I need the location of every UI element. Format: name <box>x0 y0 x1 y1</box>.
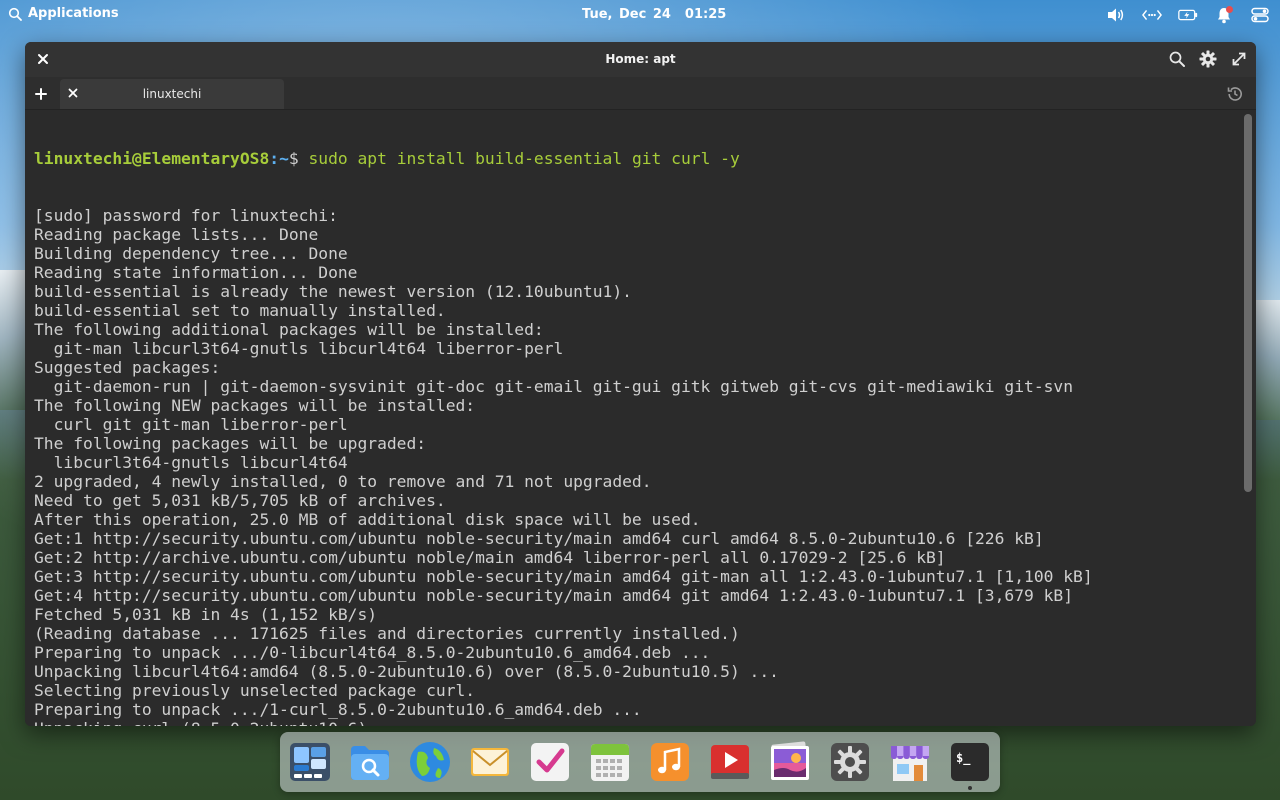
terminal-output-line: Unpacking curl (8.5.0-2ubuntu10.6) ... <box>34 719 1236 726</box>
prompt-line: linuxtechi@ElementaryOS8:~$ sudo apt ins… <box>34 149 1236 168</box>
prompt-path: :~ <box>269 149 289 168</box>
terminal-output-line: [sudo] password for linuxtechi: <box>34 206 338 225</box>
terminal-output-line: The following additional packages will b… <box>34 320 544 339</box>
new-tab-icon[interactable] <box>33 86 49 102</box>
terminal-output-line: Preparing to unpack .../1-curl_8.5.0-2ub… <box>34 700 642 719</box>
terminal-output-line: Reading state information... Done <box>34 263 358 282</box>
date-time-indicator[interactable]: Tue, Dec 24 01:25 <box>582 7 726 22</box>
battery-icon[interactable] <box>1178 5 1198 25</box>
terminal-output-line: build-essential is already the newest ve… <box>34 282 632 301</box>
date-label: Tue, Dec 24 <box>582 7 671 22</box>
terminal-output-line: Get:3 http://security.ubuntu.com/ubuntu … <box>34 567 1093 586</box>
tab-bar: linuxtechi <box>25 77 1256 110</box>
photos-icon[interactable] <box>768 740 812 784</box>
calendar-icon[interactable] <box>588 740 632 784</box>
applications-menu[interactable]: Applications <box>8 6 119 21</box>
terminal-window: Home: apt linuxtechi linuxtechi@Elementa… <box>25 42 1256 726</box>
terminal-icon[interactable]: $_ <box>948 740 992 784</box>
terminal-output-line: Fetched 5,031 kB in 4s (1,152 kB/s) <box>34 605 378 624</box>
notifications-icon[interactable] <box>1214 5 1234 25</box>
terminal-output-line: Suggested packages: <box>34 358 221 377</box>
titlebar-actions <box>1168 50 1248 68</box>
terminal-output-line: Get:1 http://security.ubuntu.com/ubuntu … <box>34 529 1044 548</box>
system-settings-icon[interactable] <box>828 740 872 784</box>
dock: $_ <box>280 732 1000 792</box>
volume-icon[interactable] <box>1106 5 1126 25</box>
terminal-output-line: build-essential set to manually installe… <box>34 301 446 320</box>
fullscreen-icon[interactable] <box>1230 50 1248 68</box>
terminal-output-line: Get:2 http://archive.ubuntu.com/ubuntu n… <box>34 548 946 567</box>
window-titlebar[interactable]: Home: apt <box>25 42 1256 77</box>
multitasking-view-icon[interactable] <box>288 740 332 784</box>
files-icon[interactable] <box>348 740 392 784</box>
terminal-output-line: libcurl3t64-gnutls libcurl4t64 <box>34 453 348 472</box>
system-indicators <box>1106 5 1270 25</box>
terminal-output-line: The following NEW packages will be insta… <box>34 396 476 415</box>
prompt-symbol: $ <box>288 149 309 168</box>
terminal-output-line: 2 upgraded, 4 newly installed, 0 to remo… <box>34 472 652 491</box>
tab-linuxtechi[interactable]: linuxtechi <box>60 79 284 109</box>
tasks-icon[interactable] <box>528 740 572 784</box>
terminal-output-line: The following packages will be upgraded: <box>34 434 427 453</box>
terminal-output-line: Unpacking libcurl4t64:amd64 (8.5.0-2ubun… <box>34 662 779 681</box>
videos-icon[interactable] <box>708 740 752 784</box>
history-icon[interactable] <box>1226 85 1244 103</box>
gear-icon[interactable] <box>1199 50 1217 68</box>
time-label: 01:25 <box>684 7 727 22</box>
terminal-output-area[interactable]: linuxtechi@ElementaryOS8:~$ sudo apt ins… <box>25 110 1256 726</box>
terminal-output-line: Reading package lists... Done <box>34 225 319 244</box>
scrollbar[interactable] <box>1244 114 1252 722</box>
terminal-output-line: Building dependency tree... Done <box>34 244 348 263</box>
svg-text:$_: $_ <box>956 751 971 766</box>
terminal-output-line: git-man libcurl3t64-gnutls libcurl4t64 l… <box>34 339 564 358</box>
top-panel: Applications Tue, Dec 24 01:25 <box>0 0 1280 30</box>
terminal-output-line: After this operation, 25.0 MB of additio… <box>34 510 701 529</box>
window-title: Home: apt <box>605 52 676 66</box>
running-indicator <box>968 786 972 790</box>
mail-icon[interactable] <box>468 740 512 784</box>
terminal-output-line: Need to get 5,031 kB/5,705 kB of archive… <box>34 491 446 510</box>
notification-badge <box>1226 6 1233 13</box>
search-icon <box>8 7 22 21</box>
prompt-user: linuxtechi@ElementaryOS8 <box>34 149 270 168</box>
terminal-output-line: Selecting previously unselected package … <box>34 681 476 700</box>
web-browser-icon[interactable] <box>408 740 452 784</box>
terminal-output-line: Get:4 http://security.ubuntu.com/ubuntu … <box>34 586 1074 605</box>
appcenter-icon[interactable] <box>888 740 932 784</box>
search-icon[interactable] <box>1168 50 1186 68</box>
applications-label: Applications <box>28 6 119 21</box>
quick-settings-icon[interactable] <box>1250 5 1270 25</box>
scrollbar-thumb[interactable] <box>1244 114 1252 492</box>
music-icon[interactable] <box>648 740 692 784</box>
tab-label: linuxtechi <box>142 87 202 101</box>
command-text: sudo apt install build-essential git cur… <box>308 149 740 168</box>
terminal-output-line: curl git git-man liberror-perl <box>34 415 348 434</box>
network-icon[interactable] <box>1142 5 1162 25</box>
terminal-output-line: git-daemon-run | git-daemon-sysvinit git… <box>34 377 1074 396</box>
terminal-output-line: Preparing to unpack .../0-libcurl4t64_8.… <box>34 643 711 662</box>
terminal-text: linuxtechi@ElementaryOS8:~$ sudo apt ins… <box>34 111 1236 726</box>
terminal-output-line: (Reading database ... 171625 files and d… <box>34 624 740 643</box>
